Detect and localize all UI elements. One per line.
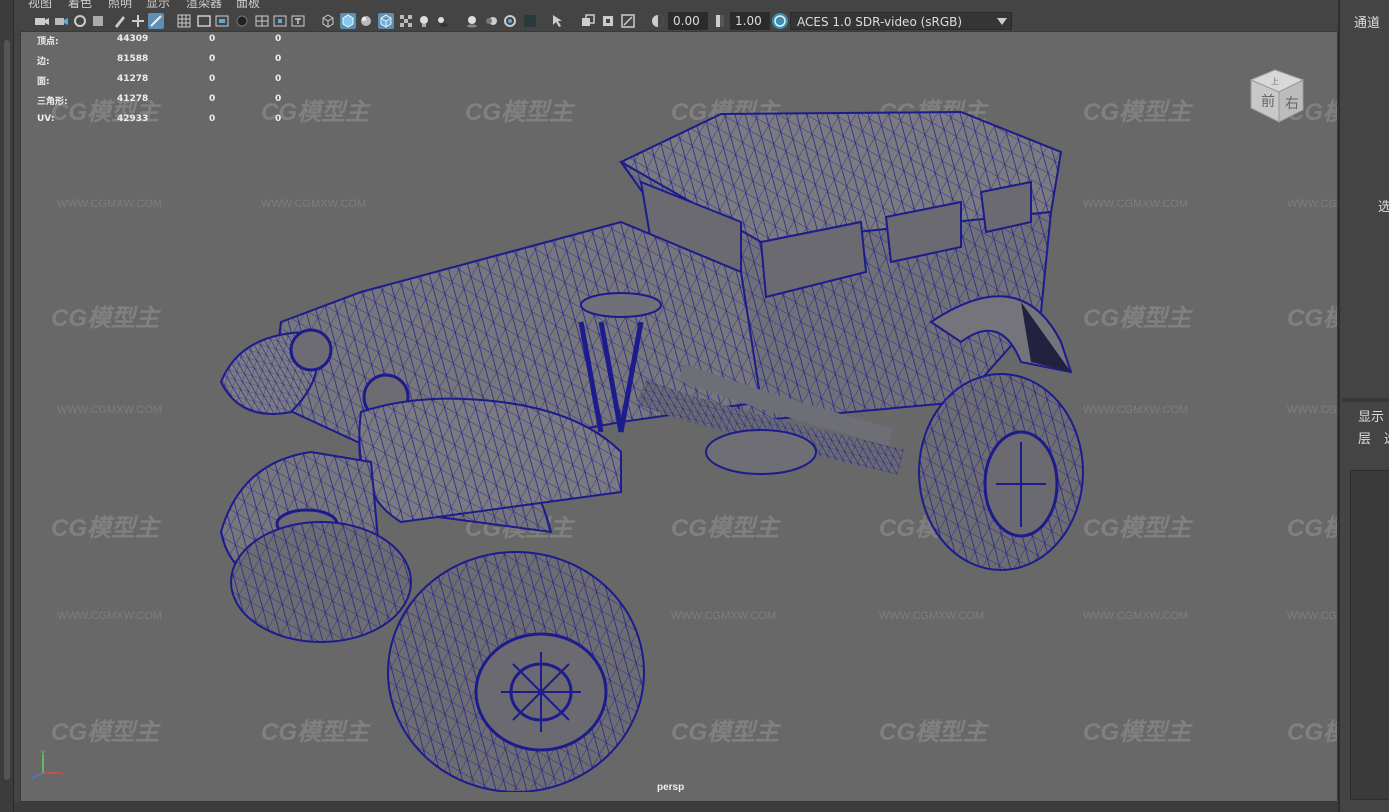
watermark-url: WWW.CGMXW.COM [57,610,163,622]
hud-label: 面: [37,77,50,87]
hud-label: UV: [37,114,55,124]
axis-z-label: z [31,774,35,781]
safe-title-icon[interactable] [290,13,306,29]
hud-label: 三角形: [37,97,68,107]
layer-list[interactable] [1350,470,1389,800]
panel-divider[interactable] [1342,398,1389,402]
watermark: CG模型主 [51,515,159,542]
bottom-bar [14,802,1338,812]
depth-of-field-icon[interactable] [522,13,538,29]
watermark: CG模型主 [51,305,159,332]
watermark: CG模型主 [1287,305,1337,332]
perspective-viewport[interactable]: CG模型主 CG模型主 CG模型主 CG模型主 CG模型主 CG模型主 CG模型… [20,31,1338,802]
watermark: CG模型主 [1287,719,1337,746]
view-transform-value: ACES 1.0 SDR-video (sRGB) [797,15,963,29]
axis-gizmo: y x z [31,748,64,781]
left-tool-strip [0,0,14,812]
xray-joints-icon[interactable] [600,13,616,29]
safe-action-icon[interactable] [272,13,288,29]
xray-icon[interactable] [580,13,596,29]
hud-count: 41278 [117,94,149,104]
camera-attributes-icon[interactable] [54,13,70,29]
panel-menu-bar: 视图 着色 照明 显示 渲染器 面板 [14,0,1338,10]
exposure-icon[interactable] [650,13,666,29]
watermark: CG模型主 [1287,515,1337,542]
camera-select-icon[interactable] [34,13,50,29]
motion-blur-icon[interactable] [484,13,500,29]
hud-row-vertices: 顶点: 44309 0 0 [37,32,307,52]
watermark: CG模型主 [51,719,159,746]
snap-2d-icon[interactable] [130,13,146,29]
tab-channels[interactable]: 通道 [1354,12,1380,31]
menu-layers[interactable]: 层 [1358,428,1371,447]
maya-window: 视图 着色 照明 显示 渲染器 面板 0.00 1.00 ACES 1.0 SD… [0,0,1389,812]
wireframe-on-shaded-icon[interactable] [378,13,394,29]
color-management-icon[interactable] [772,13,788,29]
hud-row-edges: 边: 81588 0 0 [37,52,307,72]
gamma-icon[interactable] [712,13,728,29]
axis-x-label: x [60,770,64,778]
hud-selected: 0 [209,54,216,64]
watermark-url: WWW.CGMXW.COM [1287,404,1338,416]
hud-count: 81588 [117,54,149,64]
hud-count: 41278 [117,74,149,84]
watermark-url: WWW.CGMXW.COM [57,404,163,416]
xray-active-icon[interactable] [620,13,636,29]
car-wireframe-model[interactable] [201,72,1101,792]
viewcube-front-label: 前 [1261,93,1275,110]
grid-icon[interactable] [176,13,192,29]
viewcube-right-label: 右 [1285,96,1299,112]
lights-icon[interactable] [416,13,432,29]
hud-label: 顶点: [37,37,59,47]
hud-components: 0 [275,34,282,44]
tab-display[interactable]: 显示 [1358,406,1384,425]
view-cube[interactable]: 前 右 上 [1245,62,1307,124]
wireframe-toggle-icon[interactable] [148,13,164,29]
film-gate-icon[interactable] [196,13,212,29]
wireframe-cube-icon[interactable] [320,13,336,29]
isolate-select-icon[interactable] [550,13,566,29]
bookmark-icon[interactable] [72,13,88,29]
hud-components: 0 [275,54,282,64]
shadows-icon[interactable] [434,13,450,29]
hud-selected: 0 [209,34,216,44]
hud-count: 44309 [117,34,149,44]
gamma-field[interactable]: 1.00 [730,12,770,30]
hud-count: 42933 [117,114,149,124]
select-label: 选 [1378,200,1389,215]
left-scroll-handle[interactable] [4,40,10,780]
hud-label: 边: [37,57,50,67]
watermark-url: WWW.CGMXW.COM [1287,198,1338,210]
view-transform-dropdown[interactable]: ACES 1.0 SDR-video (sRGB) [790,12,1012,30]
screen-space-ao-icon[interactable] [464,13,480,29]
gate-mask-icon[interactable] [234,13,250,29]
viewcube-top-label: 上 [1271,77,1279,86]
image-plane-icon[interactable] [90,13,106,29]
textured-icon[interactable] [398,13,414,29]
menu-options[interactable]: 选 [1384,428,1389,447]
field-chart-icon[interactable] [254,13,270,29]
watermark-url: WWW.CGMXW.COM [57,198,163,210]
chevron-down-icon [997,18,1007,25]
resolution-gate-icon[interactable] [214,13,230,29]
exposure-field[interactable]: 0.00 [668,12,708,30]
watermark-url: WWW.CGMXW.COM [1287,610,1338,622]
axis-y-label: y [41,748,45,756]
camera-name-label: persp [657,782,685,793]
smooth-shade-icon[interactable] [340,13,356,29]
default-material-icon[interactable] [358,13,374,29]
multisample-aa-icon[interactable] [502,13,518,29]
channel-box-panel: 通道 选 显示 层 选 [1338,0,1389,812]
grease-pencil-icon[interactable] [112,13,128,29]
